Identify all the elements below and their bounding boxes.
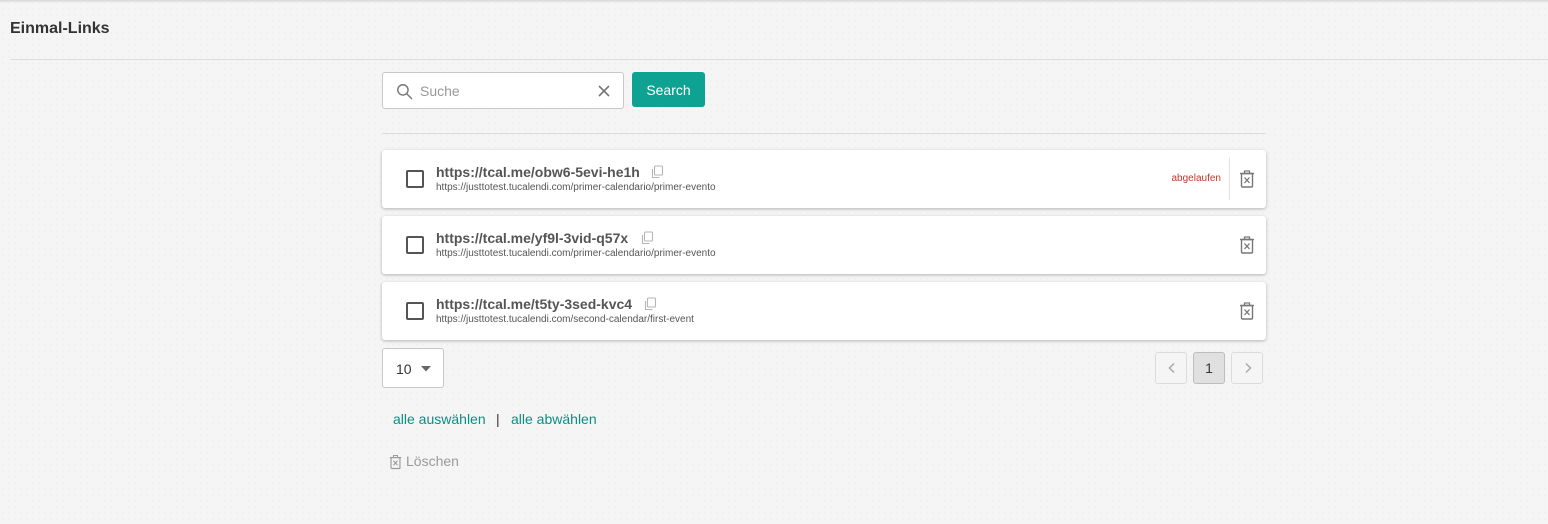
select-all-link[interactable]: alle auswählen: [393, 411, 486, 427]
chevron-right-icon: [1245, 362, 1252, 374]
link-card: https://tcal.me/t5ty-3sed-kvc4 https://j…: [382, 282, 1266, 340]
copy-icon[interactable]: [643, 297, 657, 311]
search-button[interactable]: Search: [632, 72, 705, 107]
target-link: https://justtotest.tucalendi.com/primer-…: [436, 248, 716, 259]
short-link[interactable]: https://tcal.me/obw6-5evi-he1h: [436, 164, 640, 180]
page-size-select[interactable]: 10: [382, 348, 444, 388]
trash-icon[interactable]: [1239, 236, 1255, 254]
link-card: https://tcal.me/yf9l-3vid-q57x https://j…: [382, 216, 1266, 274]
copy-icon[interactable]: [650, 165, 664, 179]
search-box[interactable]: [382, 72, 624, 109]
bulk-delete-label: Löschen: [406, 453, 459, 469]
caret-down-icon: [421, 366, 431, 372]
page-header: Einmal-Links: [10, 0, 1548, 60]
page-number-current[interactable]: 1: [1193, 352, 1225, 384]
trash-icon: [389, 455, 402, 470]
link-card: https://tcal.me/obw6-5evi-he1h https://j…: [382, 150, 1266, 208]
deselect-all-link[interactable]: alle abwählen: [511, 411, 597, 427]
chevron-left-icon: [1168, 362, 1175, 374]
link-checkbox[interactable]: [406, 236, 424, 254]
divider: [382, 133, 1266, 134]
trash-icon[interactable]: [1239, 302, 1255, 320]
separator: |: [496, 411, 500, 427]
next-page-button[interactable]: [1231, 352, 1263, 384]
vertical-separator: [1229, 158, 1230, 200]
prev-page-button[interactable]: [1155, 352, 1187, 384]
status-badge: abgelaufen: [1171, 173, 1222, 184]
search-input[interactable]: [420, 80, 590, 102]
short-link[interactable]: https://tcal.me/yf9l-3vid-q57x: [436, 230, 628, 246]
search-icon: [397, 84, 413, 100]
page-size-value: 10: [396, 361, 412, 377]
trash-icon[interactable]: [1239, 170, 1255, 188]
target-link: https://justtotest.tucalendi.com/second-…: [436, 314, 694, 325]
short-link[interactable]: https://tcal.me/t5ty-3sed-kvc4: [436, 296, 632, 312]
link-checkbox[interactable]: [406, 170, 424, 188]
page-title: Einmal-Links: [10, 20, 110, 37]
close-icon[interactable]: [597, 84, 611, 98]
copy-icon[interactable]: [640, 231, 654, 245]
target-link: https://justtotest.tucalendi.com/primer-…: [436, 182, 716, 193]
link-checkbox[interactable]: [406, 302, 424, 320]
